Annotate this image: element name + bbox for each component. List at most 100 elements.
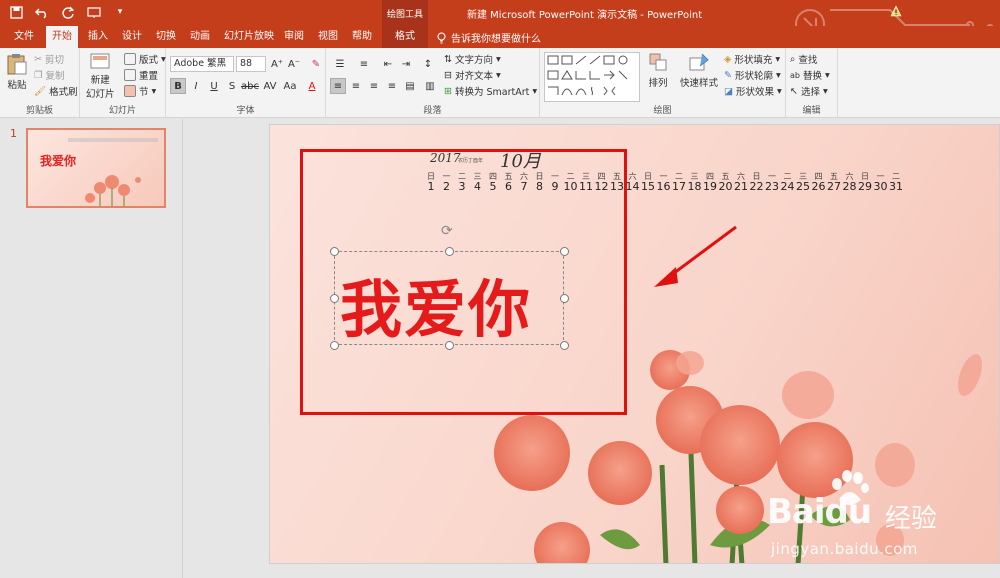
main-text[interactable]: 我爱你 bbox=[340, 259, 532, 349]
numbering-icon[interactable]: ≡ bbox=[356, 56, 372, 72]
resize-handle-nw[interactable] bbox=[330, 247, 339, 256]
reset-label: 重置 bbox=[139, 71, 159, 82]
replace-label: 替换 bbox=[802, 71, 822, 82]
drawing-group: 排列 快速样式 ◈ 形状填充 ▾ ✎ 形状轮廓 ▾ ◪ 形状效果 ▾ 绘图 bbox=[540, 48, 786, 118]
tell-me-box[interactable]: 告诉我你想要做什么 bbox=[436, 30, 541, 45]
shape-outline-label: 形状轮廓 bbox=[734, 71, 773, 82]
decrease-indent-icon[interactable]: ⇤ bbox=[380, 56, 396, 72]
font-name-combo[interactable]: Adobe 繁黑 bbox=[170, 56, 234, 72]
tab-review[interactable]: 审阅 bbox=[278, 26, 310, 48]
tell-me-text: 告诉我你想要做什么 bbox=[451, 34, 541, 45]
replace-icon: ab bbox=[790, 70, 800, 80]
smartart-icon: ⊞ bbox=[444, 85, 452, 97]
align-left-icon[interactable]: ≡ bbox=[330, 78, 346, 94]
resize-handle-ne[interactable] bbox=[560, 247, 569, 256]
text-direction-label: 文字方向 bbox=[454, 55, 493, 66]
present-icon[interactable] bbox=[86, 4, 102, 20]
shape-effects-button[interactable]: ◪ 形状效果 ▾ bbox=[724, 84, 782, 99]
shape-fill-label: 形状填充 bbox=[734, 55, 773, 66]
align-text-icon: ⊟ bbox=[444, 69, 452, 81]
align-center-icon[interactable]: ≡ bbox=[348, 78, 364, 94]
increase-indent-icon[interactable]: ⇥ bbox=[398, 56, 414, 72]
justify-icon[interactable]: ≡ bbox=[384, 78, 400, 94]
tab-format[interactable]: 格式 bbox=[382, 26, 428, 48]
slide-thumbnail[interactable]: 我爱你 bbox=[26, 128, 166, 208]
grow-font-icon[interactable]: A⁺ bbox=[269, 56, 285, 72]
tab-insert[interactable]: 插入 bbox=[82, 26, 114, 48]
tab-help[interactable]: 帮助 bbox=[346, 26, 378, 48]
bullets-icon[interactable]: ☰ bbox=[332, 56, 348, 72]
rotate-handle-icon[interactable]: ⟳ bbox=[441, 223, 453, 239]
align-text-button[interactable]: ⊟ 对齐文本 ▾ bbox=[444, 68, 501, 83]
effects-icon: ◪ bbox=[724, 85, 733, 97]
replace-button[interactable]: ab 替换 ▾ bbox=[790, 68, 830, 83]
resize-handle-e[interactable] bbox=[560, 294, 569, 303]
slides-group: 新建 幻灯片 版式 ▾ 重置 节 ▾ 幻灯片 bbox=[80, 48, 166, 118]
tab-view[interactable]: 视图 bbox=[312, 26, 344, 48]
strikethrough-button[interactable]: abc bbox=[241, 78, 259, 94]
document-title: 新建 Microsoft PowerPoint 演示文稿 - PowerPoin… bbox=[467, 10, 703, 21]
columns-icon[interactable]: ▥ bbox=[422, 78, 438, 94]
line-spacing-icon[interactable]: ↕ bbox=[420, 56, 436, 72]
tab-file[interactable]: 文件 bbox=[8, 26, 40, 48]
align-right-icon[interactable]: ≡ bbox=[366, 78, 382, 94]
paragraph-group-label: 段落 bbox=[423, 106, 442, 116]
copy-icon: ❐ bbox=[34, 69, 43, 81]
text-direction-button[interactable]: ⇅ 文字方向 ▾ bbox=[444, 52, 501, 67]
pen-icon: ✎ bbox=[724, 69, 732, 81]
resize-handle-se[interactable] bbox=[560, 341, 569, 350]
font-group: Adobe 繁黑 88 A⁺ A⁻ ✎ B I U S abc AV Aa A … bbox=[166, 48, 326, 118]
paste-icon bbox=[7, 54, 27, 75]
font-color-icon[interactable]: A bbox=[304, 78, 320, 94]
tab-animations[interactable]: 动画 bbox=[184, 26, 216, 48]
shape-fill-button[interactable]: ◈ 形状填充 ▾ bbox=[724, 52, 780, 67]
font-size-combo[interactable]: 88 bbox=[236, 56, 266, 72]
tab-design[interactable]: 设计 bbox=[116, 26, 148, 48]
cut-button[interactable]: ✂ 剪切 bbox=[34, 52, 64, 67]
bold-button[interactable]: B bbox=[170, 78, 186, 94]
layout-label: 版式 bbox=[139, 55, 159, 66]
search-icon: ⌕ bbox=[790, 53, 796, 65]
quick-styles-button[interactable]: 快速样式 bbox=[680, 52, 718, 89]
arrange-button[interactable]: 排列 bbox=[648, 52, 668, 89]
shapes-icon bbox=[547, 55, 628, 96]
format-painter-label: 格式刷 bbox=[49, 87, 78, 98]
underline-button[interactable]: U bbox=[206, 78, 222, 94]
save-icon[interactable] bbox=[8, 4, 24, 20]
watermark-logo: Baidu bbox=[767, 492, 872, 532]
tab-home[interactable]: 开始 bbox=[46, 26, 78, 48]
reset-button[interactable]: 重置 bbox=[124, 68, 158, 82]
quick-access-toolbar: ▾ bbox=[8, 4, 128, 20]
new-slide-button[interactable]: 新建 幻灯片 bbox=[86, 52, 115, 100]
font-group-label: 字体 bbox=[236, 106, 255, 116]
shrink-font-icon[interactable]: A⁻ bbox=[286, 56, 302, 72]
ribbon: 粘贴 ✂ 剪切 ❐ 复制 🖌 格式刷 剪贴板 新建 幻灯片 版式 ▾ 重置 节 ▾ 幻灯片… bbox=[0, 48, 1000, 118]
resize-handle-n[interactable] bbox=[445, 247, 454, 256]
change-case-icon[interactable]: Aa bbox=[282, 78, 298, 94]
resize-handle-sw[interactable] bbox=[330, 341, 339, 350]
copy-button[interactable]: ❐ 复制 bbox=[34, 68, 65, 83]
tab-slideshow[interactable]: 幻灯片放映 bbox=[218, 26, 280, 48]
watermark-cn: 经验 bbox=[885, 504, 938, 534]
customize-qat-icon[interactable]: ▾ bbox=[112, 4, 128, 20]
tab-transitions[interactable]: 切换 bbox=[150, 26, 182, 48]
undo-icon[interactable] bbox=[34, 4, 50, 20]
shapes-gallery[interactable] bbox=[544, 52, 640, 102]
editing-group-label: 编辑 bbox=[802, 106, 821, 116]
char-spacing-icon[interactable]: AV bbox=[262, 78, 278, 94]
resize-handle-w[interactable] bbox=[330, 294, 339, 303]
format-painter-button[interactable]: 🖌 格式刷 bbox=[34, 84, 78, 99]
clear-format-icon[interactable]: ✎ bbox=[308, 56, 324, 72]
paste-button[interactable]: 粘贴 bbox=[6, 52, 28, 91]
distribute-icon[interactable]: ▤ bbox=[402, 78, 418, 94]
shadow-button[interactable]: S bbox=[224, 78, 240, 94]
convert-smartart-button[interactable]: ⊞ 转换为 SmartArt ▾ bbox=[444, 84, 537, 99]
section-button[interactable]: 节 ▾ bbox=[124, 84, 156, 98]
layout-button[interactable]: 版式 ▾ bbox=[124, 52, 166, 66]
shape-outline-button[interactable]: ✎ 形状轮廓 ▾ bbox=[724, 68, 781, 83]
copy-label: 复制 bbox=[45, 71, 65, 82]
select-button[interactable]: ↖ 选择 ▾ bbox=[790, 84, 828, 99]
redo-icon[interactable] bbox=[60, 4, 76, 20]
italic-button[interactable]: I bbox=[188, 78, 204, 94]
find-button[interactable]: ⌕ 查找 bbox=[790, 52, 817, 67]
